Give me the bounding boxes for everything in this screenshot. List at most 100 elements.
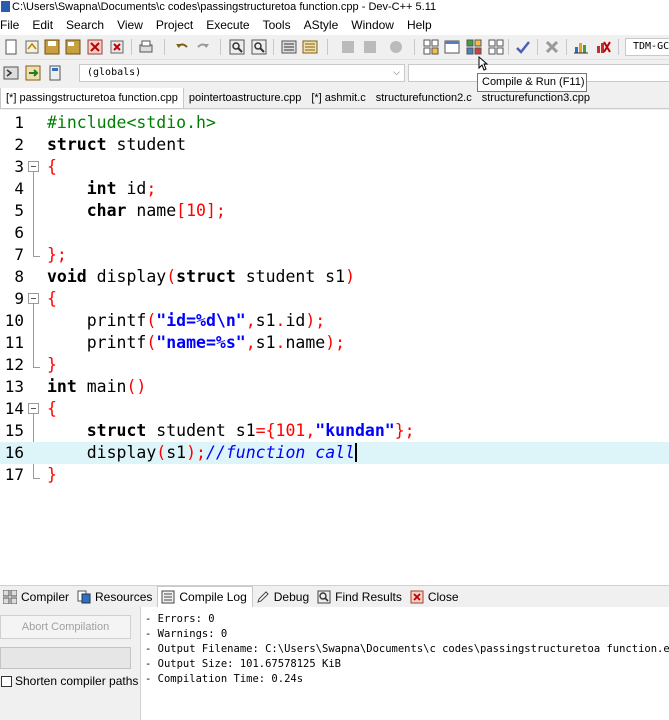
current-code-line: 16 display(s1);//function call — [0, 442, 669, 464]
menu-window[interactable]: Window — [345, 18, 401, 32]
token-keyword: struct — [86, 421, 147, 440]
goto-line-icon[interactable] — [388, 39, 404, 55]
token-function: display — [86, 443, 157, 462]
code-line: 10 printf("id=%d\n",s1.id); — [0, 310, 669, 332]
menu-edit[interactable]: Edit — [26, 18, 60, 32]
tab-pointertoastructure[interactable]: pointertoastructure.cpp — [184, 88, 307, 108]
close-icon — [410, 590, 424, 603]
save-icon[interactable] — [44, 39, 60, 55]
line-number: 3 — [14, 157, 24, 176]
fold-collapse-icon[interactable] — [28, 161, 39, 172]
compile-run-icon[interactable] — [466, 39, 482, 55]
replace-icon[interactable] — [251, 39, 267, 55]
code-line: 7 }; — [0, 244, 669, 266]
menu-help[interactable]: Help — [401, 18, 439, 32]
tab-find-results[interactable]: Find Results — [314, 586, 407, 608]
run-icon[interactable] — [444, 39, 460, 55]
line-number: 8 — [14, 267, 24, 286]
menu-view[interactable]: View — [111, 18, 150, 32]
token-text: name — [285, 333, 326, 352]
menu-tools[interactable]: Tools — [257, 18, 298, 32]
tab-debug[interactable]: Debug — [253, 586, 314, 608]
print-icon[interactable] — [138, 39, 154, 55]
checkbox-box[interactable] — [1, 675, 12, 687]
main-toolbar: TDM-GCC — [0, 35, 669, 60]
tab-compiler[interactable]: Compiler — [0, 586, 74, 608]
token-symbol: , — [245, 311, 256, 330]
menu-file[interactable]: File — [0, 18, 26, 32]
insert-icon[interactable] — [25, 65, 41, 81]
token-symbol: [ — [176, 201, 187, 220]
token-text: name — [126, 201, 177, 220]
close-file-icon[interactable] — [87, 39, 103, 55]
toolbar-separator — [220, 39, 221, 55]
syntax-check-icon[interactable] — [515, 39, 531, 55]
token-symbol: ); — [325, 333, 346, 352]
unindent-icon[interactable] — [302, 39, 318, 55]
tab-resources[interactable]: Resources — [74, 586, 157, 608]
indent-icon[interactable] — [281, 39, 297, 55]
token-symbol: }; — [47, 245, 67, 264]
find-icon[interactable] — [229, 39, 245, 55]
compiler-grid-icon — [3, 589, 17, 604]
token-symbol: }; — [394, 421, 415, 440]
tab-structurefunction2[interactable]: structurefunction2.c — [371, 88, 477, 108]
menu-search[interactable]: Search — [60, 18, 111, 32]
close-all-icon[interactable] — [109, 39, 125, 55]
profile-chart-icon[interactable] — [573, 39, 589, 55]
line-number: 5 — [14, 201, 24, 220]
close-panel-button[interactable]: Close — [407, 586, 464, 608]
token-symbol: } — [47, 465, 57, 484]
token-text: id — [116, 179, 147, 198]
tab-passingstructuretoa-function[interactable]: [*] passingstructuretoa function.cpp — [0, 88, 184, 108]
rebuild-all-icon[interactable] — [488, 39, 504, 55]
compile-log-output[interactable]: - Errors: 0 - Warnings: 0 - Output Filenam… — [140, 607, 669, 720]
new-file-icon[interactable] — [3, 39, 19, 55]
line-number: 10 — [4, 311, 24, 330]
fold-collapse-icon[interactable] — [28, 403, 39, 414]
fold-collapse-icon[interactable] — [28, 293, 39, 304]
toggle-bookmark-icon[interactable] — [340, 39, 356, 55]
toggle-class-browser-icon[interactable] — [47, 65, 63, 81]
tab-compile-log[interactable]: Compile Log — [157, 585, 253, 608]
token-text: s1 — [255, 333, 276, 352]
scope-select[interactable]: (globals) ⌵ — [79, 64, 405, 82]
menu-execute[interactable]: Execute — [200, 18, 256, 32]
compiler-select[interactable]: TDM-GCC — [625, 38, 669, 56]
tab-ashmit[interactable]: [*] ashmit.c — [306, 88, 370, 108]
bottom-panel-tabs: Compiler Resources Compile Log Debug Fin… — [0, 585, 669, 608]
shorten-paths-checkbox[interactable]: Shorten compiler paths — [1, 674, 138, 688]
open-folder-icon[interactable] — [24, 39, 40, 55]
goto-bookmark-icon[interactable] — [362, 39, 378, 55]
menu-project[interactable]: Project — [150, 18, 200, 32]
token-symbol: ( — [146, 311, 157, 330]
abort-compilation-button[interactable]: Abort Compilation — [0, 615, 131, 639]
save-all-icon[interactable] — [65, 39, 81, 55]
find-results-icon — [317, 590, 331, 603]
token-number: 101 — [275, 421, 306, 440]
menu-astyle[interactable]: AStyle — [298, 18, 346, 32]
code-editor[interactable]: 1 #include<stdio.h> 2 struct student 3 {… — [0, 110, 669, 585]
compile-run-tooltip: Compile & Run (F11) — [477, 73, 587, 92]
stop-execution-icon[interactable] — [544, 39, 560, 55]
tab-debug-label: Debug — [273, 589, 310, 604]
log-line: - Output Filename: C:\Users\Swapna\Docum… — [145, 643, 669, 655]
toolbar-separator — [618, 39, 619, 55]
token-symbol: ={ — [255, 421, 276, 440]
undo-icon[interactable] — [174, 39, 190, 55]
token-symbol: ]; — [205, 201, 226, 220]
token-text: student s1 — [146, 421, 256, 440]
redo-icon[interactable] — [195, 39, 211, 55]
token-symbol: , — [245, 333, 256, 352]
tab-resources-label: Resources — [95, 589, 153, 604]
new-class-icon[interactable] — [3, 65, 19, 81]
code-line: 12 } — [0, 354, 669, 376]
token-comment: //function call — [205, 443, 355, 462]
code-line: 15 struct student s1={101,"kundan"}; — [0, 420, 669, 442]
delete-profile-icon[interactable] — [595, 39, 611, 55]
window-title: C:\Users\Swapna\Documents\c codes\passin… — [12, 1, 437, 13]
code-line: 3 { — [0, 156, 669, 178]
token-function: printf — [86, 311, 147, 330]
menu-bar: File Edit Search View Project Execute To… — [0, 15, 669, 35]
compile-icon[interactable] — [423, 39, 439, 55]
